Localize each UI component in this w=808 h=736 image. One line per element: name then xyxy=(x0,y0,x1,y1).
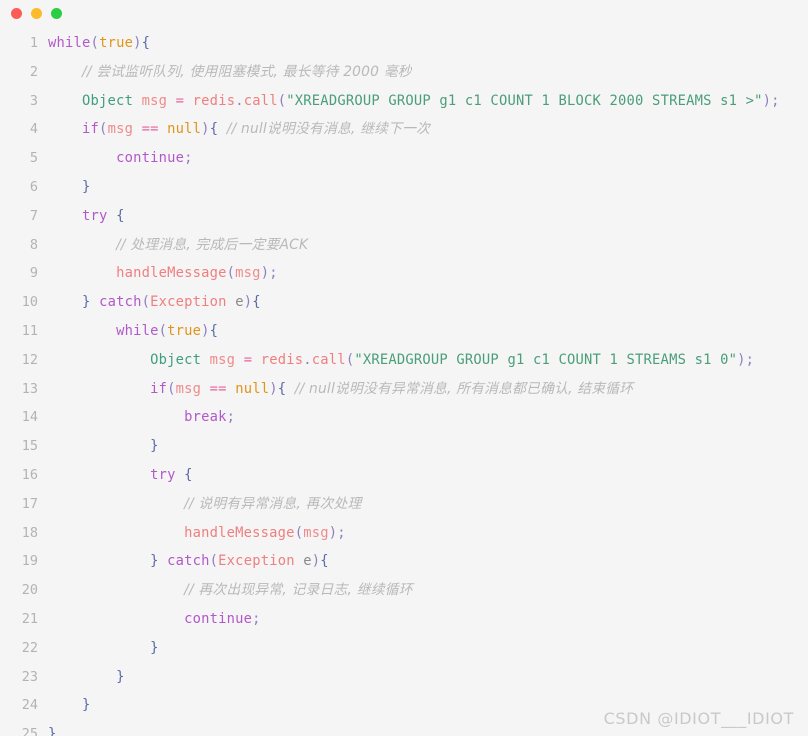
code-editor[interactable]: 1 while(true){ 2 // 尝试监听队列, 使用阻塞模式, 最长等待… xyxy=(0,26,808,736)
line-number: 16 xyxy=(21,466,38,483)
line-content[interactable]: } xyxy=(38,634,159,663)
code-line: 5 continue; xyxy=(0,144,808,173)
code-line: 18 handleMessage(msg); xyxy=(0,519,808,548)
close-window-button[interactable] xyxy=(11,7,22,19)
line-number: 17 xyxy=(21,495,38,512)
line-number: 4 xyxy=(29,121,38,138)
code-line: 23 } xyxy=(0,663,808,692)
code-line: 8 // 处理消息, 完成后一定要ACK xyxy=(0,231,808,260)
line-content[interactable]: // 处理消息, 完成后一定要ACK xyxy=(38,231,308,260)
line-number: 21 xyxy=(21,610,38,627)
line-content[interactable]: try { xyxy=(38,461,193,490)
line-number: 22 xyxy=(21,639,38,656)
code-line: 20 // 再次出现异常, 记录日志, 继续循环 xyxy=(0,576,808,605)
csdn-watermark: CSDN @IDIOT___IDIOT xyxy=(603,709,794,728)
line-content[interactable]: break; xyxy=(38,403,235,432)
line-number: 6 xyxy=(29,178,38,195)
window-titlebar xyxy=(0,0,808,26)
line-number: 9 xyxy=(29,265,38,282)
code-line: 22 } xyxy=(0,634,808,663)
code-line: 1 while(true){ xyxy=(0,29,808,58)
code-line: 6 } xyxy=(0,173,808,202)
line-number: 5 xyxy=(29,150,38,167)
minimize-window-button[interactable] xyxy=(31,7,42,19)
line-number: 1 xyxy=(29,35,38,51)
code-line: 4 if(msg == null){ // null说明没有消息, 继续下一次 xyxy=(0,115,808,144)
line-number: 20 xyxy=(21,582,38,599)
line-number: 2 xyxy=(29,63,38,80)
code-line: 14 break; xyxy=(0,403,808,432)
code-line: 17 // 说明有异常消息, 再次处理 xyxy=(0,490,808,519)
line-content[interactable]: if(msg == null){ // null说明没有消息, 继续下一次 xyxy=(38,115,430,144)
line-number: 23 xyxy=(21,668,38,685)
line-content[interactable]: continue; xyxy=(38,144,193,173)
maximize-window-button[interactable] xyxy=(51,7,62,19)
line-content[interactable]: } xyxy=(38,663,125,692)
code-line: 7 try { xyxy=(0,202,808,231)
line-number: 10 xyxy=(21,294,38,311)
line-content[interactable]: handleMessage(msg); xyxy=(38,519,346,548)
line-content[interactable]: } xyxy=(38,432,159,461)
line-content[interactable]: // 说明有异常消息, 再次处理 xyxy=(38,490,362,519)
line-content[interactable]: // 再次出现异常, 记录日志, 继续循环 xyxy=(38,576,413,605)
line-content[interactable]: // 尝试监听队列, 使用阻塞模式, 最长等待 2000 毫秒 xyxy=(38,58,412,87)
line-content[interactable]: } catch(Exception e){ xyxy=(38,547,329,576)
code-line: 13 if(msg == null){ // null说明没有异常消息, 所有消… xyxy=(0,375,808,404)
code-line: 3 Object msg = redis.call("XREADGROUP GR… xyxy=(0,87,808,116)
code-line: 12 Object msg = redis.call("XREADGROUP G… xyxy=(0,346,808,375)
line-number: 12 xyxy=(21,351,38,368)
line-number: 13 xyxy=(21,380,38,397)
code-line: 11 while(true){ xyxy=(0,317,808,346)
line-number: 3 xyxy=(29,92,38,109)
line-content[interactable]: } xyxy=(38,173,91,202)
line-number: 15 xyxy=(21,438,38,455)
line-number: 18 xyxy=(21,524,38,541)
code-line: 21 continue; xyxy=(0,605,808,634)
code-line: 15 } xyxy=(0,432,808,461)
line-content[interactable]: handleMessage(msg); xyxy=(38,259,278,288)
line-content[interactable]: continue; xyxy=(38,605,261,634)
line-number: 14 xyxy=(21,409,38,426)
line-content[interactable]: try { xyxy=(38,202,125,231)
line-content[interactable]: while(true){ xyxy=(38,317,218,346)
line-content[interactable]: Object msg = redis.call("XREADGROUP GROU… xyxy=(38,346,754,375)
line-content[interactable]: if(msg == null){ // null说明没有异常消息, 所有消息都已… xyxy=(38,375,633,404)
code-line: 2 // 尝试监听队列, 使用阻塞模式, 最长等待 2000 毫秒 xyxy=(0,58,808,87)
line-number: 11 xyxy=(21,322,38,339)
line-number: 25 xyxy=(21,726,38,736)
code-line: 10 } catch(Exception e){ xyxy=(0,288,808,317)
code-line: 19 } catch(Exception e){ xyxy=(0,547,808,576)
line-number: 24 xyxy=(21,697,38,714)
line-content[interactable]: } xyxy=(38,720,57,736)
line-content[interactable]: while(true){ xyxy=(38,29,150,58)
line-number: 8 xyxy=(29,236,38,253)
line-number: 7 xyxy=(29,207,38,224)
line-content[interactable]: } xyxy=(38,691,91,720)
line-number: 19 xyxy=(21,553,38,570)
line-content[interactable]: Object msg = redis.call("XREADGROUP GROU… xyxy=(38,87,780,116)
code-snippet-window: 1 while(true){ 2 // 尝试监听队列, 使用阻塞模式, 最长等待… xyxy=(0,0,808,736)
line-content[interactable]: } catch(Exception e){ xyxy=(38,288,261,317)
code-line: 16 try { xyxy=(0,461,808,490)
code-line: 9 handleMessage(msg); xyxy=(0,259,808,288)
